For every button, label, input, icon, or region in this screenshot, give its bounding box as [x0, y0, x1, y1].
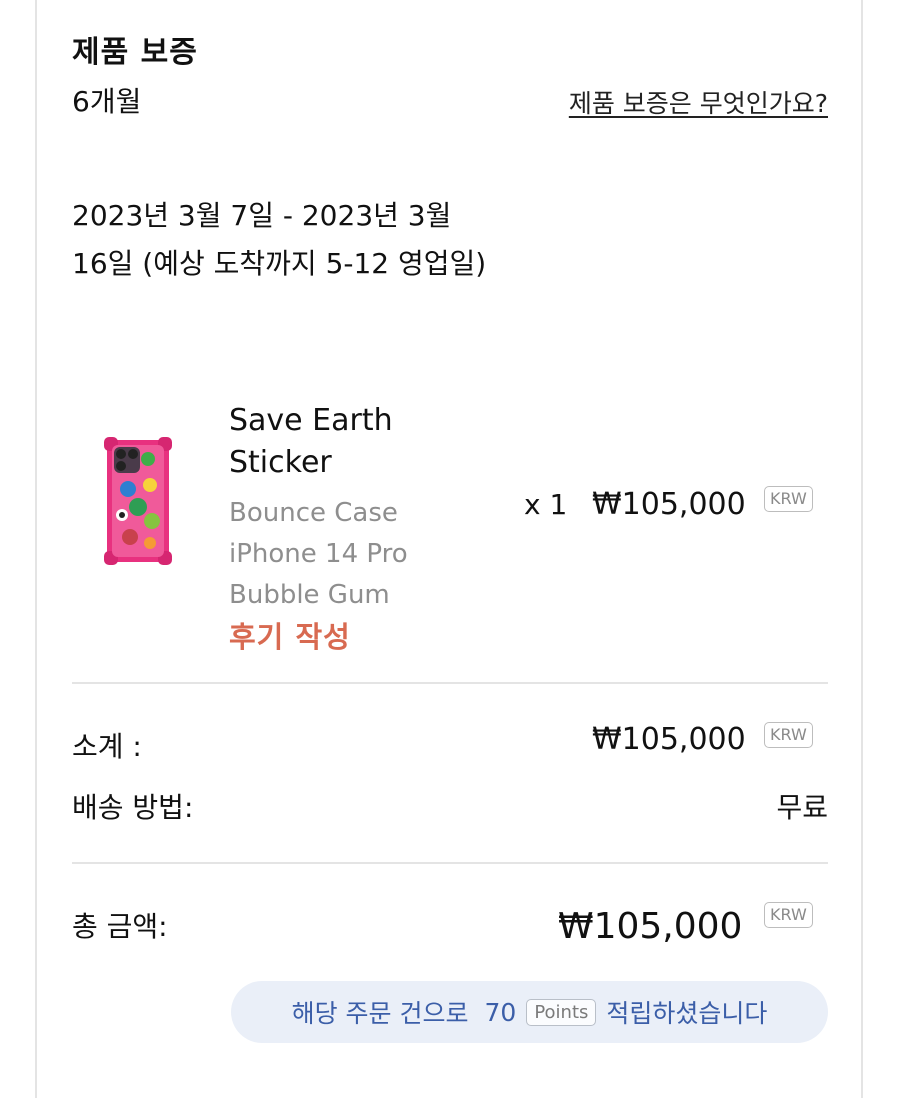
- total-value: ₩105,000: [558, 906, 743, 947]
- points-prefix: 해당 주문 건으로: [291, 999, 469, 1028]
- currency-badge: KRW: [764, 486, 813, 512]
- subtotal-value: ₩105,000: [592, 722, 746, 757]
- product-name[interactable]: Save Earth Sticker: [229, 400, 489, 484]
- currency-badge: KRW: [764, 722, 813, 748]
- points-amount: 70: [484, 997, 517, 1027]
- points-earned-banner: 해당 주문 건으로 70 Points 적립하셨습니다: [231, 981, 828, 1043]
- subtotal-label: 소계 :: [72, 730, 142, 763]
- product-price: ₩105,000: [592, 487, 746, 522]
- write-review-link[interactable]: 후기 작성: [229, 614, 351, 656]
- shipping-value: 무료: [776, 791, 828, 824]
- shipping-label: 배송 방법:: [72, 791, 194, 824]
- total-label: 총 금액:: [72, 910, 168, 943]
- variant-device: iPhone 14 Pro: [229, 539, 408, 569]
- currency-badge: KRW: [764, 902, 813, 928]
- product-variant: Bounce Case iPhone 14 Pro Bubble Gum: [229, 493, 489, 616]
- variant-color: Bubble Gum: [229, 580, 390, 610]
- divider: [72, 682, 828, 684]
- variant-case-type: Bounce Case: [229, 498, 398, 528]
- phone-case-image: [104, 437, 172, 565]
- points-unit-badge: Points: [526, 998, 597, 1026]
- warranty-title: 제품 보증: [72, 35, 198, 70]
- delivery-estimate: 2023년 3월 7일 - 2023년 3월 16일 (예상 도착까지 5-12…: [72, 199, 487, 280]
- warranty-duration: 6개월: [72, 85, 142, 118]
- points-suffix: 적립하셨습니다: [606, 999, 768, 1028]
- product-quantity: x 1: [524, 488, 568, 521]
- warranty-info-link[interactable]: 제품 보증은 무엇인가요?: [569, 84, 828, 120]
- divider: [72, 862, 828, 864]
- phone-case-thumbnail[interactable]: [104, 437, 172, 565]
